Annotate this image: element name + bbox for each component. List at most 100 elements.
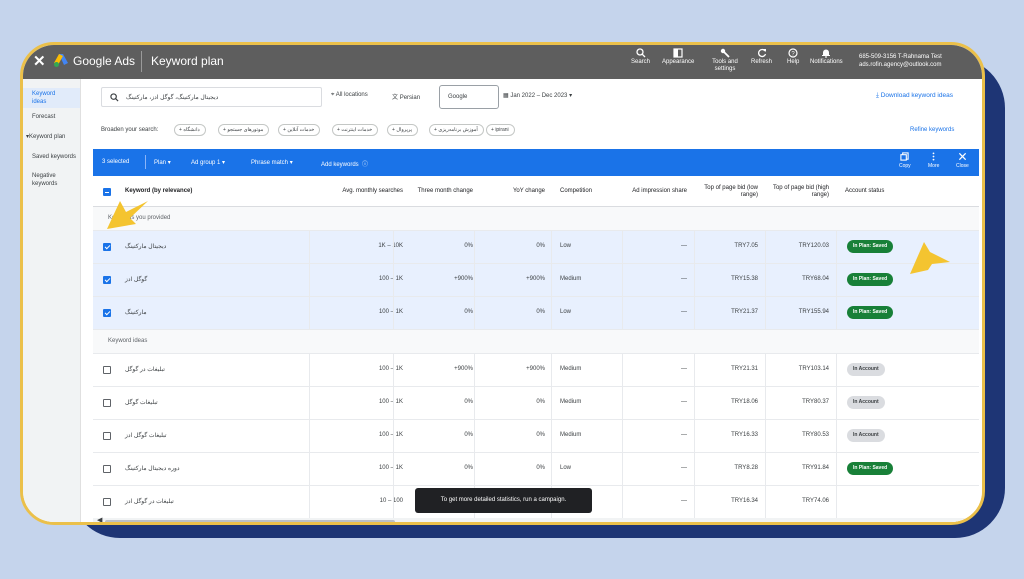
header-account-status[interactable]: Account status bbox=[845, 176, 884, 207]
section-keyword-ideas: Keyword ideas bbox=[93, 330, 979, 354]
top-bid-low-cell: TRY16.33 bbox=[731, 432, 758, 438]
copy-label: Copy bbox=[899, 163, 911, 169]
avg-searches-cell: 100 – 1K bbox=[378, 432, 403, 438]
header-top-bid-high[interactable]: Top of page bid (high range) bbox=[769, 176, 829, 207]
notifications-button[interactable]: Notifications bbox=[810, 48, 843, 66]
keyword-cell: مارکتینگ bbox=[125, 310, 147, 316]
page-title: Keyword plan bbox=[151, 54, 224, 68]
table-row[interactable]: دوره دیجیتال مارکتینگ 100 – 1K 0% 0% — TRY8.2… bbox=[93, 453, 979, 486]
nav-keyword-ideas[interactable]: Keyword ideas bbox=[23, 88, 80, 108]
help-icon: ⓘ bbox=[362, 162, 369, 168]
tools-settings-button[interactable]: Tools and settings bbox=[708, 48, 742, 73]
header-yoy-change[interactable]: YoY change bbox=[485, 176, 545, 207]
refresh-button[interactable]: Refresh bbox=[751, 48, 772, 66]
keyword-cell: گوگل ادز bbox=[125, 277, 148, 283]
appearance-button[interactable]: Appearance bbox=[662, 48, 694, 66]
language-filter[interactable]: 文 Persian bbox=[392, 92, 420, 101]
header-ad-impression-share[interactable]: Ad impression share bbox=[630, 176, 687, 207]
nav-saved-keywords[interactable]: Saved keywords bbox=[32, 153, 76, 161]
scrollbar-thumb[interactable] bbox=[105, 520, 395, 522]
column-divider bbox=[393, 264, 394, 296]
header-three-month-change[interactable]: Three month change bbox=[413, 176, 473, 207]
column-divider bbox=[309, 453, 310, 485]
table-row[interactable]: تبلیغات در گوگل 100 – 1K +900% +900% — TRY21.… bbox=[93, 354, 979, 387]
copy-button[interactable]: Copy bbox=[899, 152, 911, 169]
match-type-dropdown[interactable]: Phrase match ▾ bbox=[251, 159, 293, 166]
column-divider bbox=[622, 264, 623, 296]
row-checkbox[interactable] bbox=[103, 309, 111, 317]
search-icon bbox=[110, 93, 119, 102]
nav-negative-keywords[interactable]: Negative keywords bbox=[32, 172, 76, 188]
refine-keywords-link[interactable]: Refine keywords bbox=[910, 127, 954, 133]
account-info[interactable]: 685-509-3156 T-Rahnama Test ads.rofin.ag… bbox=[859, 53, 942, 69]
help-button[interactable]: ? Help bbox=[787, 48, 799, 66]
more-button[interactable]: More bbox=[928, 152, 939, 169]
calendar-icon: ▦ bbox=[503, 93, 509, 99]
nav-keyword-plan[interactable]: ▾Keyword plan bbox=[26, 133, 65, 141]
location-filter[interactable]: ⌖ All locations bbox=[331, 92, 368, 99]
chevron-down-icon: ▾ bbox=[569, 93, 573, 99]
appearance-icon bbox=[673, 48, 683, 58]
network-filter[interactable]: Google bbox=[439, 85, 499, 109]
broaden-chip[interactable]: + آموزش برنامه‌ریزی bbox=[429, 124, 484, 136]
broaden-chip[interactable]: + ipirani bbox=[486, 124, 515, 136]
scroll-left-icon[interactable]: ◀ bbox=[97, 516, 102, 522]
header-top-bid-low[interactable]: Top of page bid (low range) bbox=[701, 176, 758, 207]
broaden-chip-label: دانشگاه bbox=[183, 127, 200, 133]
table-row[interactable]: مارکتینگ 100 – 1K 0% 0% — TRY21.37 TRY155.94 Lo… bbox=[93, 297, 979, 330]
table-row[interactable]: تبلیغات گوگل 100 – 1K 0% 0% — TRY18.06 TRY80.3… bbox=[93, 387, 979, 420]
help-icon: ? bbox=[788, 48, 798, 58]
search-button[interactable]: Search bbox=[631, 48, 650, 66]
broaden-chip[interactable]: + خدمات آنلاین bbox=[278, 124, 321, 136]
row-checkbox[interactable] bbox=[103, 399, 111, 407]
row-checkbox[interactable] bbox=[103, 243, 111, 251]
row-checkbox[interactable] bbox=[103, 465, 111, 473]
table-row[interactable]: دیجیتال مارکتینگ 1K – 10K 0% 0% — TRY7.05 TRY1… bbox=[93, 231, 979, 264]
caret-down-icon: ▾ bbox=[289, 160, 293, 166]
header-avg-monthly-searches[interactable]: Avg. monthly searches bbox=[321, 176, 403, 207]
row-checkbox[interactable] bbox=[103, 498, 111, 506]
caret-down-icon: ▾ bbox=[222, 160, 226, 166]
ad-group-dropdown[interactable]: Ad group 1 ▾ bbox=[191, 159, 225, 166]
keyword-cell: تبلیغات گوگل ادز bbox=[125, 433, 167, 439]
column-divider bbox=[393, 387, 394, 419]
column-divider bbox=[551, 387, 552, 419]
column-divider bbox=[309, 509, 310, 522]
table-row[interactable]: گوگل ادز 100 – 1K +900% +900% — TRY15.38 TRY68… bbox=[93, 264, 979, 297]
broaden-chip[interactable]: + دانشگاه bbox=[174, 124, 206, 136]
broaden-chip[interactable]: + خدمات اینترنت bbox=[332, 124, 379, 136]
yoy-change-cell: 0% bbox=[536, 243, 545, 249]
three-month-change-cell: 0% bbox=[464, 243, 473, 249]
download-keyword-ideas-link[interactable]: ⤓ Download keyword ideas bbox=[876, 92, 953, 100]
nav-forecast[interactable]: Forecast bbox=[32, 113, 55, 121]
date-range-filter[interactable]: ▦ Jan 2022 – Dec 2023 ▾ bbox=[503, 92, 572, 99]
broaden-chip[interactable]: + موتورهای جستجو bbox=[218, 124, 270, 136]
column-divider bbox=[474, 453, 475, 485]
close-selection-button[interactable]: Close bbox=[956, 152, 969, 169]
keyword-search-box[interactable]: دیجیتال مارکتینگ، گوگل ادز، مارکتینگ bbox=[101, 87, 322, 107]
column-divider bbox=[309, 231, 310, 263]
add-keywords-button[interactable]: Add keywords ⓘ bbox=[321, 159, 368, 168]
top-bid-low-cell: TRY8.28 bbox=[734, 465, 758, 471]
close-icon[interactable]: ✕ bbox=[33, 52, 46, 70]
column-divider bbox=[836, 387, 837, 419]
table-row[interactable]: تبلیغات گوگل ادز 100 – 1K 0% 0% — TRY16.33 TRY… bbox=[93, 420, 979, 453]
selected-count: 3 selected bbox=[102, 159, 130, 165]
broaden-chip[interactable]: + پرپروال bbox=[387, 124, 419, 136]
select-all-checkbox[interactable] bbox=[103, 188, 111, 196]
column-divider bbox=[622, 453, 623, 485]
plan-dropdown[interactable]: Plan ▾ bbox=[154, 159, 171, 166]
three-month-change-cell: +900% bbox=[454, 366, 473, 372]
column-divider bbox=[474, 354, 475, 386]
column-divider bbox=[309, 387, 310, 419]
header-competition[interactable]: Competition bbox=[560, 176, 592, 207]
row-checkbox[interactable] bbox=[103, 276, 111, 284]
competition-cell: Low bbox=[560, 243, 572, 249]
column-divider bbox=[551, 231, 552, 263]
ad-impression-share-cell: — bbox=[681, 399, 687, 405]
avg-searches-cell: 100 – 1K bbox=[378, 276, 403, 282]
row-checkbox[interactable] bbox=[103, 366, 111, 374]
top-bid-low-cell: TRY7.05 bbox=[734, 243, 758, 249]
row-checkbox[interactable] bbox=[103, 432, 111, 440]
horizontal-scrollbar[interactable] bbox=[93, 518, 979, 522]
